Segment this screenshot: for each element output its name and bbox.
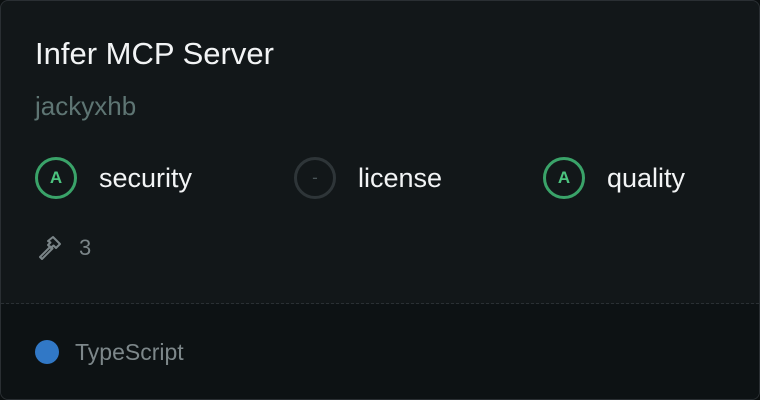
quality-grade-badge: A: [543, 157, 585, 199]
license-label: license: [358, 162, 443, 193]
language-color-dot: [35, 340, 59, 364]
server-author[interactable]: jackyxhb: [35, 89, 136, 123]
security-score: A security: [35, 155, 192, 201]
language-name: TypeScript: [75, 338, 184, 365]
tools-count: 3: [79, 235, 92, 260]
card-header: Infer MCP Server jackyxhb A security - l…: [1, 1, 759, 303]
license-score: - license: [294, 155, 442, 201]
security-grade-badge: A: [35, 157, 77, 199]
server-card[interactable]: Infer MCP Server jackyxhb A security - l…: [0, 0, 760, 400]
quality-score: A quality: [543, 155, 685, 201]
server-title[interactable]: Infer MCP Server: [35, 35, 274, 73]
security-label: security: [99, 162, 193, 193]
tools-count-row: 3: [35, 231, 91, 265]
license-grade-badge: -: [294, 157, 336, 199]
hammer-icon: [35, 234, 63, 262]
card-footer: TypeScript: [1, 304, 759, 399]
language-info: TypeScript: [35, 337, 184, 367]
quality-label: quality: [607, 162, 686, 193]
